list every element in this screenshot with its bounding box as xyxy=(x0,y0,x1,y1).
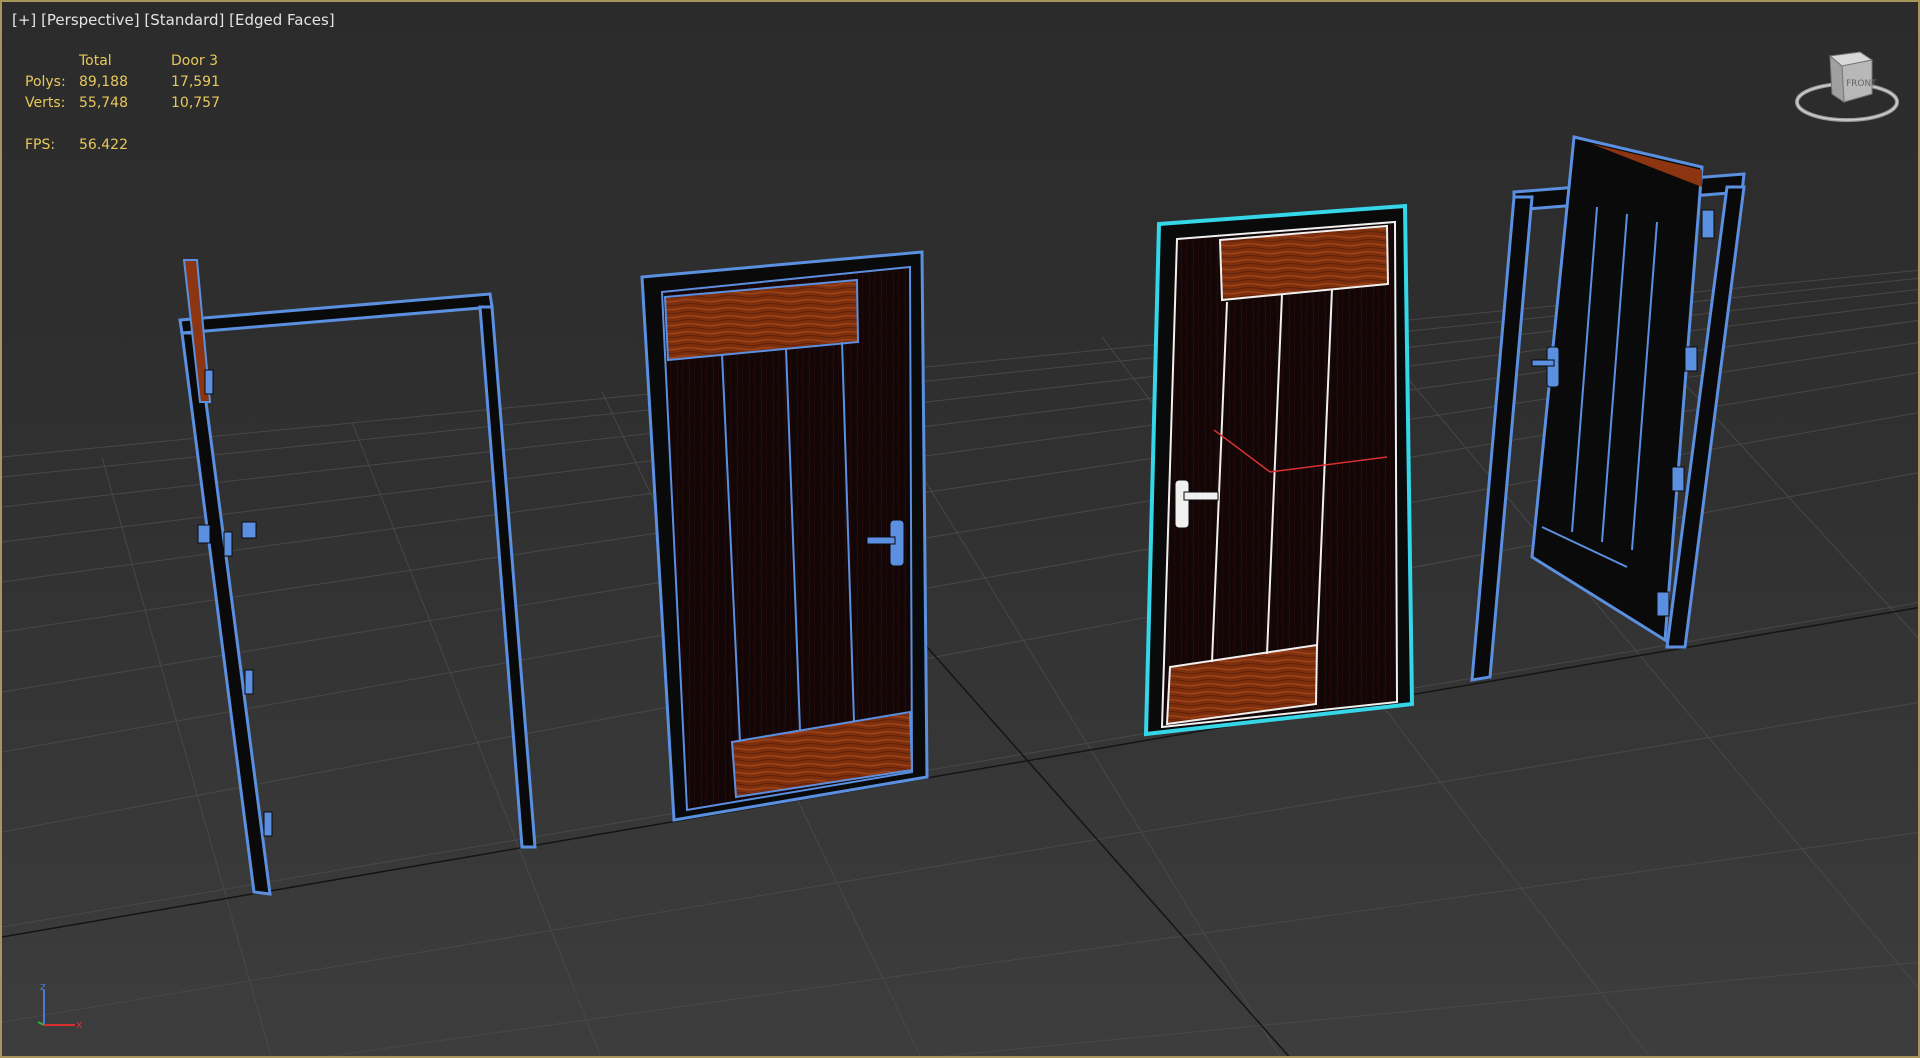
viewport-plus-menu[interactable]: [+] xyxy=(12,11,36,29)
viewport-shading-menu[interactable]: [Standard] xyxy=(144,11,224,29)
scene-canvas[interactable] xyxy=(2,2,1920,1058)
door-2[interactable] xyxy=(640,250,929,822)
axis-x-label: x xyxy=(76,1018,83,1031)
viewport-view-menu[interactable]: [Perspective] xyxy=(41,11,140,29)
polys-total: 89,188 xyxy=(79,74,128,90)
viewcube-face-label: FRONT xyxy=(1846,79,1877,89)
verts-total: 55,748 xyxy=(79,95,128,111)
axis-z-label: z xyxy=(40,982,46,993)
stats-fps-row: FPS: 56.422 xyxy=(25,135,251,156)
verts-label: Verts: xyxy=(25,95,66,111)
viewport-label-menu: [+] [Perspective] [Standard] [Edged Face… xyxy=(12,11,335,29)
verts-selected: 10,757 xyxy=(171,95,220,111)
polys-label: Polys: xyxy=(25,74,66,90)
viewport-edges-menu[interactable]: [Edged Faces] xyxy=(229,11,334,29)
axis-tripod-icon: z x xyxy=(37,982,83,1031)
fps-label: FPS: xyxy=(25,137,56,153)
door-4-open[interactable] xyxy=(1470,135,1746,682)
stats-verts-row: Verts: 55,748 10,757 xyxy=(25,93,251,114)
viewcube-icon[interactable]: FRONT xyxy=(1792,44,1902,134)
statistics-overlay: Total Door 3 Polys: 89,188 17,591 Verts:… xyxy=(25,51,251,156)
stats-header-row: Total Door 3 xyxy=(25,51,251,72)
stats-polys-row: Polys: 89,188 17,591 xyxy=(25,72,251,93)
perspective-viewport[interactable]: [+] [Perspective] [Standard] [Edged Face… xyxy=(0,0,1920,1058)
fps-value: 56.422 xyxy=(79,137,128,153)
stats-selected-header: Door 3 xyxy=(171,53,219,69)
stats-total-header: Total xyxy=(79,53,112,69)
grid-axis-lines xyxy=(2,561,1918,1056)
polys-selected: 17,591 xyxy=(171,74,220,90)
door-3-selected[interactable] xyxy=(1143,203,1415,737)
door-1-frame[interactable] xyxy=(178,259,537,896)
